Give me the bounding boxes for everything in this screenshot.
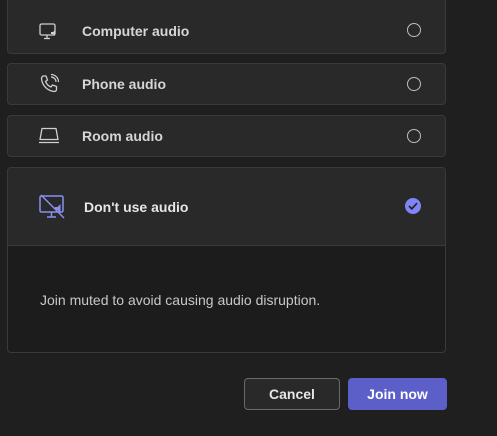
phone-audio-icon bbox=[38, 73, 60, 95]
audio-options-panel: Computer audio Phone audio Room audio Do… bbox=[0, 0, 497, 436]
selected-check-icon[interactable] bbox=[405, 198, 421, 214]
option-label: Room audio bbox=[82, 128, 163, 144]
no-audio-icon bbox=[38, 193, 66, 221]
option-label: Computer audio bbox=[82, 23, 190, 39]
option-dont-use-audio-card: Don't use audio Join muted to avoid caus… bbox=[7, 167, 446, 353]
option-description: Join muted to avoid causing audio disrup… bbox=[40, 292, 321, 308]
option-room-audio[interactable]: Room audio bbox=[7, 115, 446, 157]
computer-audio-icon bbox=[38, 21, 60, 43]
option-label: Don't use audio bbox=[84, 199, 189, 215]
room-audio-icon bbox=[38, 125, 60, 147]
join-now-button[interactable]: Join now bbox=[348, 378, 447, 410]
option-phone-audio[interactable]: Phone audio bbox=[7, 63, 446, 105]
radio-computer-audio[interactable] bbox=[407, 23, 421, 37]
option-computer-audio[interactable]: Computer audio bbox=[7, 0, 446, 54]
cancel-button[interactable]: Cancel bbox=[244, 378, 340, 410]
option-dont-use-audio[interactable]: Don't use audio bbox=[8, 168, 445, 246]
radio-room-audio[interactable] bbox=[407, 129, 421, 143]
option-label: Phone audio bbox=[82, 76, 166, 92]
radio-phone-audio[interactable] bbox=[407, 77, 421, 91]
